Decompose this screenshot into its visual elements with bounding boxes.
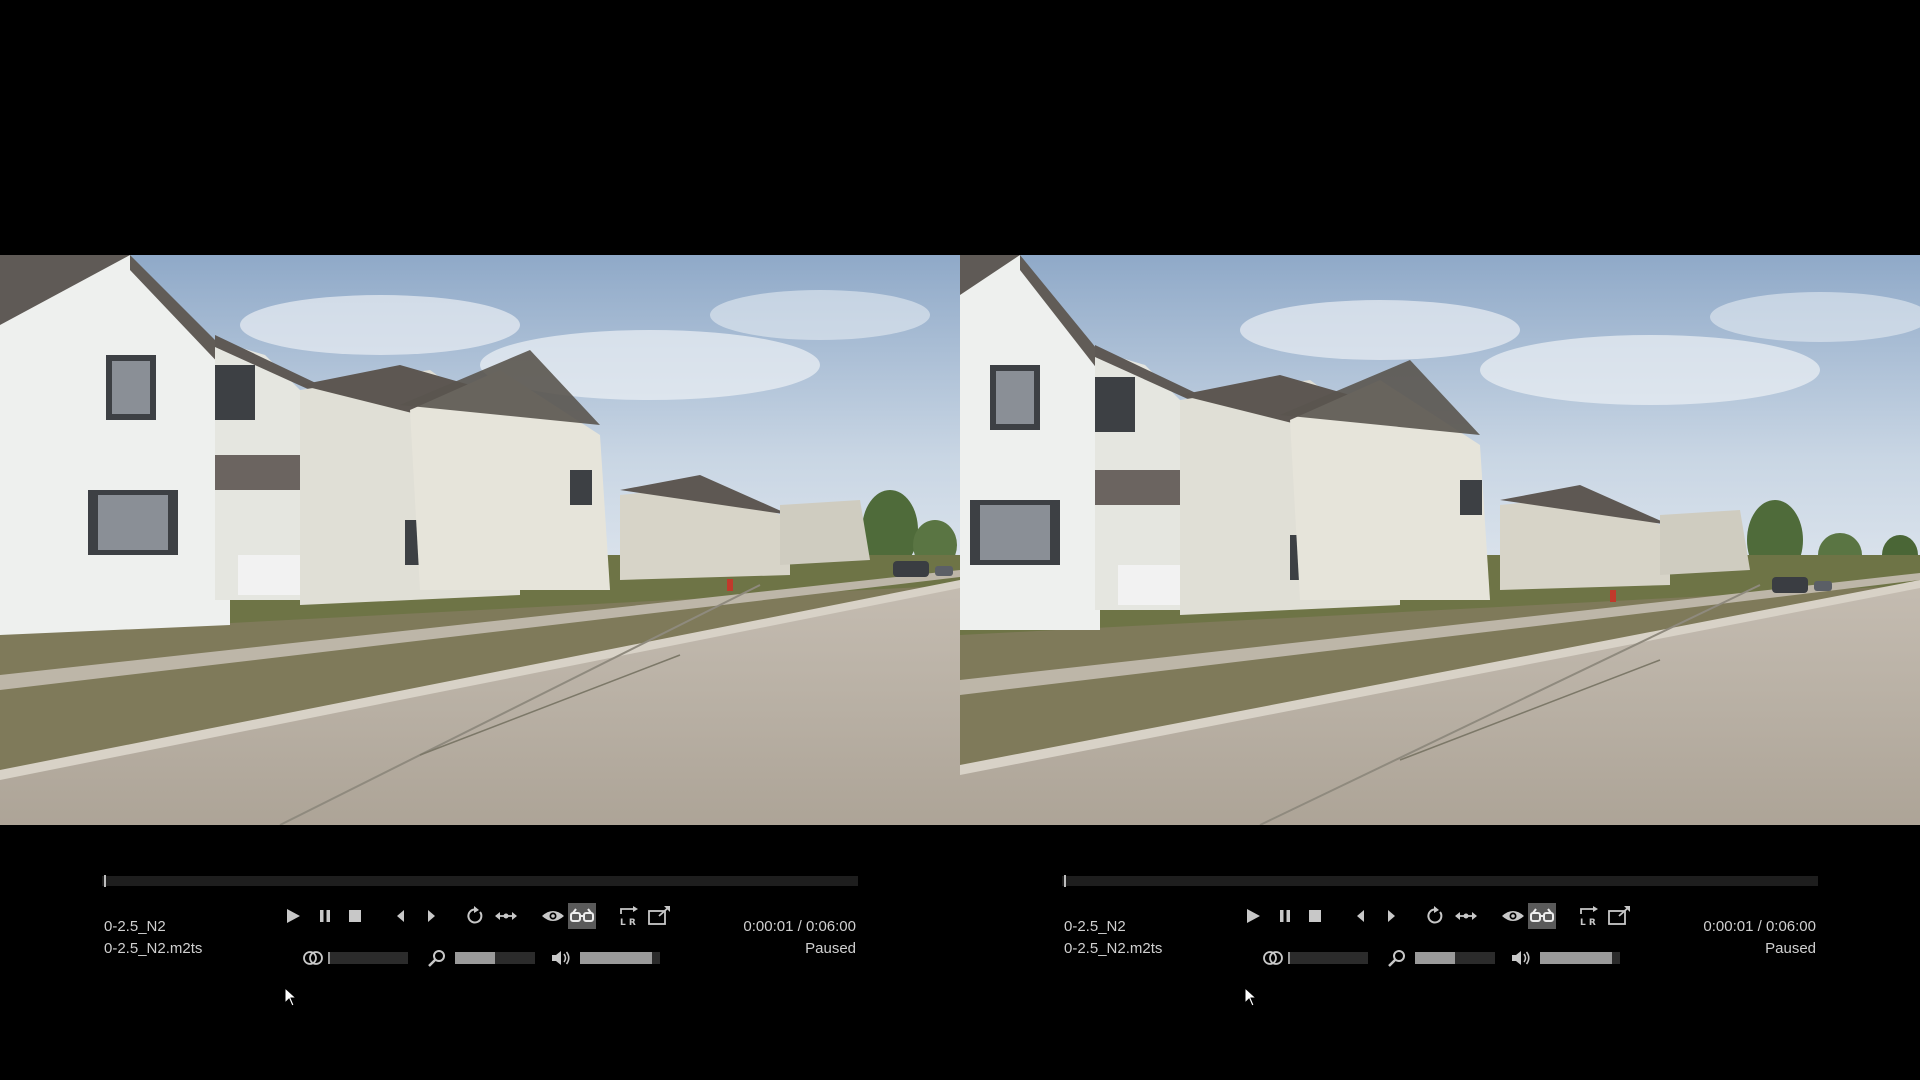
lr-mode-button[interactable]: L R bbox=[1576, 903, 1602, 929]
player-left: 0-2.5_N2 0-2.5_N2.m2ts L R 0:00:01 / 0:0… bbox=[0, 0, 960, 1080]
zoom-button[interactable] bbox=[1384, 945, 1410, 971]
volume-slider-fill bbox=[580, 952, 652, 964]
stereo-depth-icon bbox=[303, 951, 323, 965]
time-display: 0:00:01 / 0:06:00 bbox=[1703, 918, 1816, 935]
loop-button[interactable] bbox=[462, 903, 488, 929]
anaglyph-icon bbox=[570, 908, 594, 922]
pause-icon bbox=[1280, 910, 1290, 922]
zoom-slider[interactable] bbox=[1415, 952, 1495, 964]
media-filename: 0-2.5_N2.m2ts bbox=[1064, 940, 1163, 957]
anaglyph-button[interactable] bbox=[568, 903, 596, 929]
stereo-depth-slider[interactable] bbox=[328, 952, 408, 964]
video-frame[interactable] bbox=[0, 255, 960, 825]
step-back-icon bbox=[397, 910, 404, 922]
media-title: 0-2.5_N2 bbox=[1064, 918, 1126, 935]
zoom-slider-fill bbox=[455, 952, 495, 964]
swap-eyes-icon bbox=[1455, 912, 1477, 920]
play-icon bbox=[287, 909, 300, 923]
loop-icon bbox=[467, 906, 483, 924]
pause-button[interactable] bbox=[312, 903, 338, 929]
stereo-depth-slider-handle[interactable] bbox=[1288, 952, 1290, 964]
play-icon bbox=[1247, 909, 1260, 923]
stereo-depth-icon bbox=[1263, 951, 1283, 965]
pause-icon bbox=[320, 910, 330, 922]
stereo-depth-button[interactable] bbox=[300, 945, 326, 971]
volume-slider[interactable] bbox=[1540, 952, 1620, 964]
lr-mode-icon: L R bbox=[620, 906, 638, 926]
stereo-depth-slider-handle[interactable] bbox=[328, 952, 330, 964]
player-right: 0-2.5_N2 0-2.5_N2.m2ts L R 0:00:01 / 0:0… bbox=[960, 0, 1920, 1080]
time-display: 0:00:01 / 0:06:00 bbox=[743, 918, 856, 935]
mouse-cursor-icon bbox=[284, 987, 298, 1007]
step-back-button[interactable] bbox=[388, 903, 414, 929]
fullscreen-icon bbox=[1608, 906, 1630, 925]
seek-handle[interactable] bbox=[1064, 875, 1067, 887]
stereo-depth-slider[interactable] bbox=[1288, 952, 1368, 964]
volume-icon bbox=[552, 951, 570, 965]
play-button[interactable] bbox=[280, 903, 306, 929]
step-forward-icon bbox=[428, 910, 435, 922]
video-scene-image bbox=[960, 255, 1920, 825]
eye-button[interactable] bbox=[1500, 903, 1526, 929]
swap-eyes-button[interactable] bbox=[493, 903, 519, 929]
step-forward-button[interactable] bbox=[418, 903, 444, 929]
seek-bar[interactable] bbox=[102, 875, 858, 887]
eye-icon bbox=[542, 911, 564, 921]
media-info: 0-2.5_N2 0-2.5_N2.m2ts bbox=[104, 916, 202, 960]
step-forward-icon bbox=[1388, 910, 1395, 922]
status-text: Paused bbox=[1765, 940, 1816, 957]
zoom-icon bbox=[1388, 950, 1405, 967]
loop-icon bbox=[1427, 906, 1443, 924]
stop-icon bbox=[349, 910, 361, 922]
stop-icon bbox=[1309, 910, 1321, 922]
playback-status: 0:00:01 / 0:06:00 Paused bbox=[743, 916, 856, 960]
status-text: Paused bbox=[805, 940, 856, 957]
seek-bar[interactable] bbox=[1062, 875, 1818, 887]
playback-status: 0:00:01 / 0:06:00 Paused bbox=[1703, 916, 1816, 960]
video-scene-image bbox=[0, 255, 960, 825]
media-info: 0-2.5_N2 0-2.5_N2.m2ts bbox=[1064, 916, 1162, 960]
volume-button[interactable] bbox=[1508, 945, 1534, 971]
swap-eyes-icon bbox=[495, 912, 517, 920]
fullscreen-icon bbox=[648, 906, 670, 925]
anaglyph-button[interactable] bbox=[1528, 903, 1556, 929]
swap-eyes-button[interactable] bbox=[1453, 903, 1479, 929]
stop-button[interactable] bbox=[342, 903, 368, 929]
volume-button[interactable] bbox=[548, 945, 574, 971]
step-back-icon bbox=[1357, 910, 1364, 922]
fullscreen-button[interactable] bbox=[646, 903, 672, 929]
step-forward-button[interactable] bbox=[1378, 903, 1404, 929]
zoom-button[interactable] bbox=[424, 945, 450, 971]
zoom-slider-fill bbox=[1415, 952, 1455, 964]
stereo-depth-button[interactable] bbox=[1260, 945, 1286, 971]
anaglyph-icon bbox=[1530, 908, 1554, 922]
zoom-slider[interactable] bbox=[455, 952, 535, 964]
lr-mode-button[interactable]: L R bbox=[616, 903, 642, 929]
pause-button[interactable] bbox=[1272, 903, 1298, 929]
fullscreen-button[interactable] bbox=[1606, 903, 1632, 929]
video-frame[interactable] bbox=[960, 255, 1920, 825]
lr-mode-icon: L R bbox=[1580, 906, 1598, 926]
play-button[interactable] bbox=[1240, 903, 1266, 929]
step-back-button[interactable] bbox=[1348, 903, 1374, 929]
zoom-icon bbox=[428, 950, 445, 967]
volume-slider-fill bbox=[1540, 952, 1612, 964]
eye-icon bbox=[1502, 911, 1524, 921]
loop-button[interactable] bbox=[1422, 903, 1448, 929]
media-filename: 0-2.5_N2.m2ts bbox=[104, 940, 203, 957]
media-title: 0-2.5_N2 bbox=[104, 918, 166, 935]
stop-button[interactable] bbox=[1302, 903, 1328, 929]
volume-slider[interactable] bbox=[580, 952, 660, 964]
svg-text:L R: L R bbox=[620, 918, 636, 926]
svg-text:L R: L R bbox=[1580, 918, 1596, 926]
volume-icon bbox=[1512, 951, 1530, 965]
seek-handle[interactable] bbox=[104, 875, 107, 887]
mouse-cursor-icon bbox=[1244, 987, 1258, 1007]
eye-button[interactable] bbox=[540, 903, 566, 929]
